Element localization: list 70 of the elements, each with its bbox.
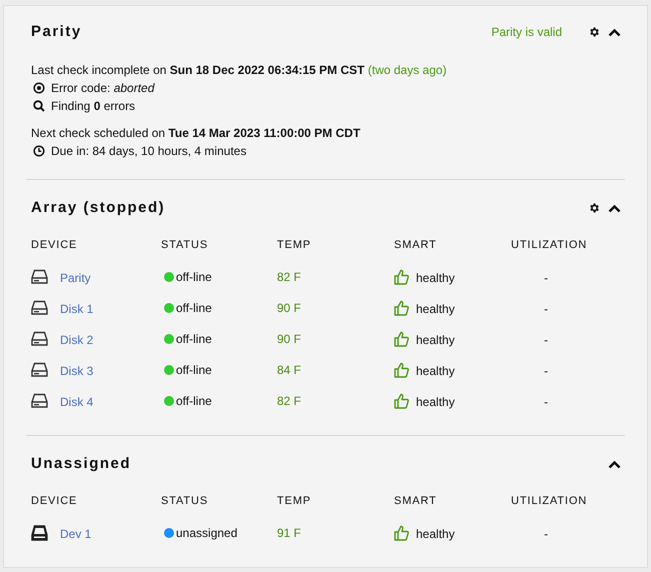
thumbs-up-icon (394, 330, 409, 346)
device-link[interactable]: Disk 2 (60, 331, 94, 349)
hard-drive-icon (31, 393, 48, 408)
section-title: Unassigned (31, 455, 132, 473)
next-check-text: Next check scheduled on Tue 14 Mar 2023 11:00:00 PM CDT (31, 126, 360, 140)
section-title: Array (stopped) (31, 199, 166, 217)
column-header: STATUS (161, 239, 210, 252)
thumbs-up-icon (394, 392, 409, 408)
utilization-text: - (543, 270, 549, 286)
hard-drive-icon (31, 269, 48, 284)
utilization-text: - (543, 362, 549, 380)
last-check-age: (two days ago) (368, 63, 447, 77)
smart-text: healthy (416, 362, 455, 380)
section-title: Parity (31, 23, 82, 41)
collapse-icon[interactable] (608, 460, 621, 468)
thumbs-up-icon (394, 362, 409, 378)
utilization-text: - (543, 394, 549, 410)
temperature-text: 91 F (277, 524, 302, 542)
column-header: TEMP (277, 495, 312, 508)
smart-text: healthy (416, 394, 455, 410)
temperature-text: 90 F (277, 300, 302, 316)
collapse-icon[interactable] (608, 28, 621, 36)
parity-status: Parity is valid (491, 24, 562, 41)
settings-icon[interactable] (588, 202, 600, 214)
temperature-text: 90 F (277, 330, 302, 348)
smart-text: healthy (416, 526, 455, 542)
status-text: off-line (176, 392, 212, 410)
settings-icon[interactable] (588, 26, 600, 38)
smart-text: healthy (416, 332, 455, 348)
smart-text: healthy (416, 270, 455, 286)
thumbs-up-icon (394, 524, 409, 540)
last-check-text: Last check incomplete on Sun 18 Dec 2022 06:34:15 PM CST (31, 63, 365, 77)
hard-drive-icon (31, 524, 48, 540)
smart-text: healthy (416, 300, 455, 318)
column-header: DEVICE (31, 495, 78, 508)
column-header: UTILIZATION (511, 239, 588, 252)
device-link[interactable]: Disk 1 (60, 300, 94, 318)
device-link[interactable]: Disk 3 (60, 362, 94, 380)
column-header: UTILIZATION (511, 495, 588, 508)
status-text: off-line (176, 362, 212, 378)
temperature-text: 82 F (277, 392, 302, 410)
hard-drive-icon (31, 300, 48, 315)
error-code-text: Error code: aborted (51, 80, 154, 97)
utilization-text: - (543, 300, 549, 318)
column-header: SMART (394, 239, 438, 252)
temperature-text: 84 F (277, 362, 302, 378)
finding-text: Finding 0 errors (51, 98, 136, 115)
target-icon (33, 82, 45, 94)
column-header: DEVICE (31, 239, 78, 252)
clock-icon (33, 145, 45, 157)
status-text: off-line (176, 300, 212, 316)
column-header: TEMP (277, 239, 312, 252)
search-icon (33, 100, 45, 112)
utilization-text: - (543, 332, 549, 348)
hard-drive-icon (31, 331, 48, 346)
thumbs-up-icon (394, 300, 409, 316)
device-link[interactable]: Parity (60, 269, 91, 287)
status-text: off-line (176, 268, 212, 286)
column-header: STATUS (161, 495, 210, 508)
column-header: SMART (394, 495, 438, 508)
temperature-text: 82 F (277, 268, 302, 286)
device-link[interactable]: Dev 1 (60, 525, 92, 543)
thumbs-up-icon (394, 268, 409, 284)
utilization-text: - (543, 526, 549, 542)
collapse-icon[interactable] (608, 204, 621, 212)
due-text: Due in: 84 days, 10 hours, 4 minutes (51, 143, 246, 160)
status-text: off-line (176, 330, 212, 348)
hard-drive-icon (31, 362, 48, 377)
status-text: unassigned (176, 524, 238, 542)
device-link[interactable]: Disk 4 (60, 393, 94, 411)
